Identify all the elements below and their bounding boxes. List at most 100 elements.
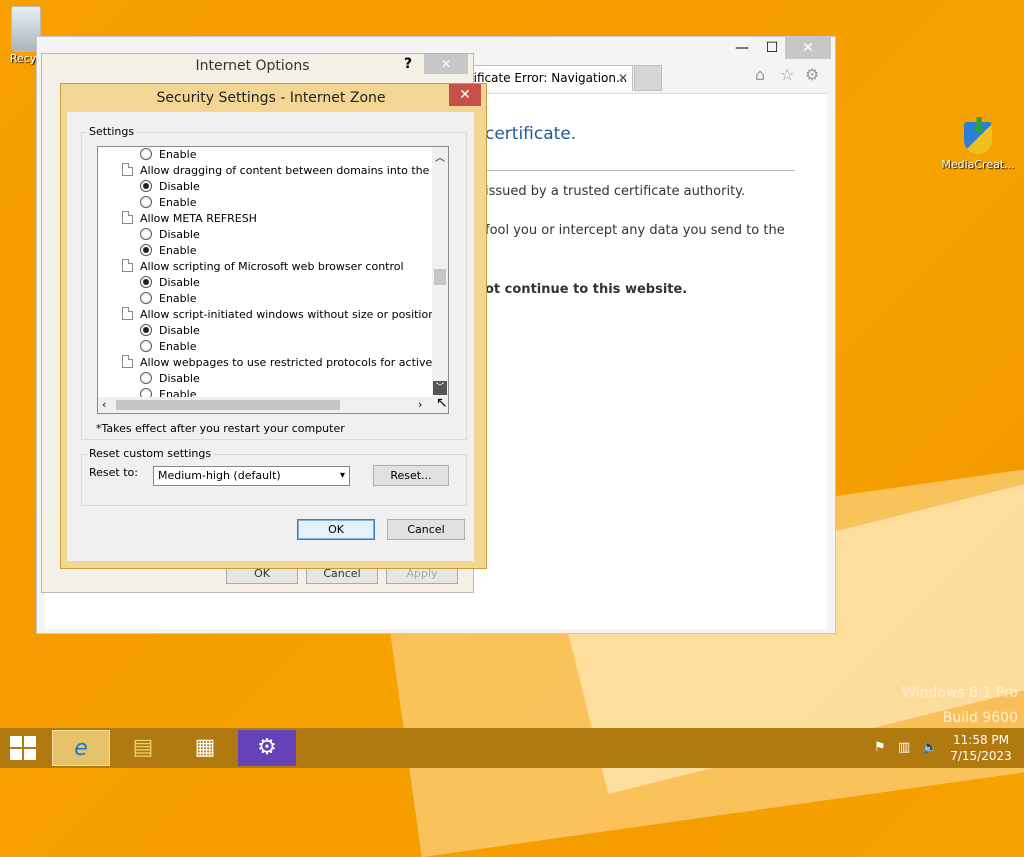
setting-option-radio[interactable]: Disable (140, 323, 200, 339)
setting-option-radio[interactable]: Enable (140, 339, 196, 355)
file-explorer-taskbar-icon[interactable]: ▤ (114, 730, 172, 766)
settings-group-label: Settings (87, 125, 137, 138)
reset-level-select[interactable]: Medium-high (default) ▾ (153, 466, 350, 486)
setting-label: Allow webpages to use restricted protoco… (140, 356, 434, 369)
security-settings-dialog: Security Settings - Internet Zone ✕ Sett… (60, 83, 487, 569)
media-creation-tool-desktop-icon[interactable]: ⬇ MediaCreat... (936, 114, 1020, 171)
setting-option-radio[interactable]: Disable (140, 227, 200, 243)
ok-button[interactable]: OK (297, 519, 375, 540)
setting-option-radio[interactable]: Disable (140, 179, 200, 195)
radio-checked-icon[interactable] (140, 276, 152, 288)
chevron-down-icon: ▾ (339, 470, 345, 481)
favorites-icon[interactable]: ☆ (780, 65, 794, 84)
reset-group-label: Reset custom settings (87, 447, 214, 460)
radio-checked-icon[interactable] (140, 244, 152, 256)
scroll-up-icon[interactable]: ︿ (432, 149, 448, 164)
setting-category-row[interactable]: Allow dragging of content between domain… (122, 163, 434, 179)
settings-taskbar-icon[interactable]: ⚙ (238, 730, 296, 766)
network-icon[interactable]: ▥ (898, 740, 910, 755)
settings-tree-list[interactable]: Enable Allow dragging of content between … (97, 146, 449, 414)
page-heading: certificate. (485, 124, 577, 144)
setting-label: Disable (159, 372, 200, 385)
setting-label: Enable (159, 340, 197, 353)
setting-option-radio[interactable]: Enable (140, 195, 196, 211)
vertical-scrollbar[interactable]: ︿ ﹀ (432, 147, 448, 399)
radio-unchecked-icon[interactable] (140, 148, 152, 160)
settings-rows: Enable Allow dragging of content between … (98, 147, 434, 399)
setting-label: Enable (159, 292, 197, 305)
document-icon (122, 259, 133, 272)
divider (485, 170, 795, 171)
scroll-down-icon[interactable]: ﹀ (433, 381, 447, 395)
setting-label: Allow dragging of content between domain… (140, 164, 434, 177)
close-button[interactable]: ✕ (449, 84, 481, 106)
volume-muted-icon[interactable]: 🔈 (922, 740, 938, 755)
maximize-button[interactable]: ☐ (757, 37, 787, 59)
setting-label: Disable (159, 180, 200, 193)
setting-option-radio[interactable]: Enable (140, 291, 196, 307)
windows-watermark: Build 9600 (942, 710, 1018, 726)
page-text: fool you or intercept any data you send … (485, 223, 785, 238)
document-icon (122, 355, 133, 368)
setting-label: Enable (159, 196, 197, 209)
setting-option-radio[interactable]: Disable (140, 275, 200, 291)
help-button[interactable]: ? (404, 56, 412, 72)
reset-level-value: Medium-high (default) (158, 469, 281, 482)
scroll-thumb[interactable] (434, 269, 446, 285)
action-center-flag-icon[interactable]: ⚑ (874, 740, 886, 755)
store-taskbar-icon[interactable]: ▦ (176, 730, 234, 766)
setting-label: Disable (159, 276, 200, 289)
reset-button[interactable]: Reset... (373, 465, 449, 486)
new-tab-button[interactable] (634, 65, 662, 91)
dialog-body: Settings Enable Allow dragging of content… (67, 112, 474, 561)
setting-label: Enable (159, 244, 197, 257)
setting-label: Allow script-initiated windows without s… (140, 308, 434, 321)
setting-label: Disable (159, 324, 200, 337)
radio-unchecked-icon[interactable] (140, 196, 152, 208)
system-clock[interactable]: 11:58 PM 7/15/2023 (948, 732, 1014, 764)
clock-date: 7/15/2023 (950, 749, 1012, 763)
setting-category-row[interactable]: Allow webpages to use restricted protoco… (122, 355, 434, 371)
radio-unchecked-icon[interactable] (140, 292, 152, 304)
start-button[interactable] (10, 736, 38, 760)
reset-to-label: Reset to: (89, 466, 138, 479)
internet-explorer-taskbar-icon[interactable]: e (52, 730, 110, 766)
setting-label: Disable (159, 228, 200, 241)
page-text: issued by a trusted certificate authorit… (485, 184, 746, 199)
taskbar: e ▤ ▦ ⚙ ⚑ ▥ 🔈 11:58 PM 7/15/2023 (0, 728, 1024, 768)
scroll-left-icon[interactable]: ‹ (102, 397, 106, 413)
setting-category-row[interactable]: Allow META REFRESH (122, 211, 257, 227)
horizontal-scrollbar[interactable]: ‹ › (98, 397, 448, 413)
windows-watermark: Windows 8.1 Pro (902, 685, 1018, 701)
setting-label: Allow scripting of Microsoft web browser… (140, 260, 404, 273)
tools-gear-icon[interactable]: ⚙ (805, 65, 819, 84)
radio-unchecked-icon[interactable] (140, 372, 152, 384)
scroll-right-icon[interactable]: › (418, 397, 422, 413)
radio-unchecked-icon[interactable] (140, 228, 152, 240)
setting-category-row[interactable]: Allow scripting of Microsoft web browser… (122, 259, 404, 275)
radio-checked-icon[interactable] (140, 324, 152, 336)
clock-time: 11:58 PM (953, 733, 1009, 747)
setting-category-row[interactable]: Allow script-initiated windows without s… (122, 307, 434, 323)
restart-note: *Takes effect after you restart your com… (96, 422, 345, 435)
radio-checked-icon[interactable] (140, 180, 152, 192)
minimize-button[interactable]: — (727, 37, 757, 59)
close-button[interactable]: ✕ (424, 54, 468, 74)
tab-close-icon[interactable]: ✕ (618, 66, 628, 90)
scroll-thumb[interactable] (116, 400, 340, 410)
radio-unchecked-icon[interactable] (140, 340, 152, 352)
setting-option-radio[interactable]: Disable (140, 371, 200, 387)
setting-option-radio[interactable]: Enable (140, 243, 196, 259)
mouse-cursor-icon: ↖ (436, 395, 448, 411)
setting-label: Allow META REFRESH (140, 212, 257, 225)
media-creation-icon: ⬇ (958, 114, 998, 158)
tab-title: rtificate Error: Navigation... (464, 71, 628, 85)
home-icon[interactable]: ⌂ (755, 65, 765, 84)
close-button[interactable]: ✕ (785, 37, 831, 59)
cancel-button[interactable]: Cancel (387, 519, 465, 540)
document-icon (122, 211, 133, 224)
media-creation-label: MediaCreat... (941, 158, 1015, 171)
document-icon (122, 307, 133, 320)
setting-option-radio[interactable]: Enable (140, 147, 196, 163)
setting-label: Enable (159, 148, 197, 161)
